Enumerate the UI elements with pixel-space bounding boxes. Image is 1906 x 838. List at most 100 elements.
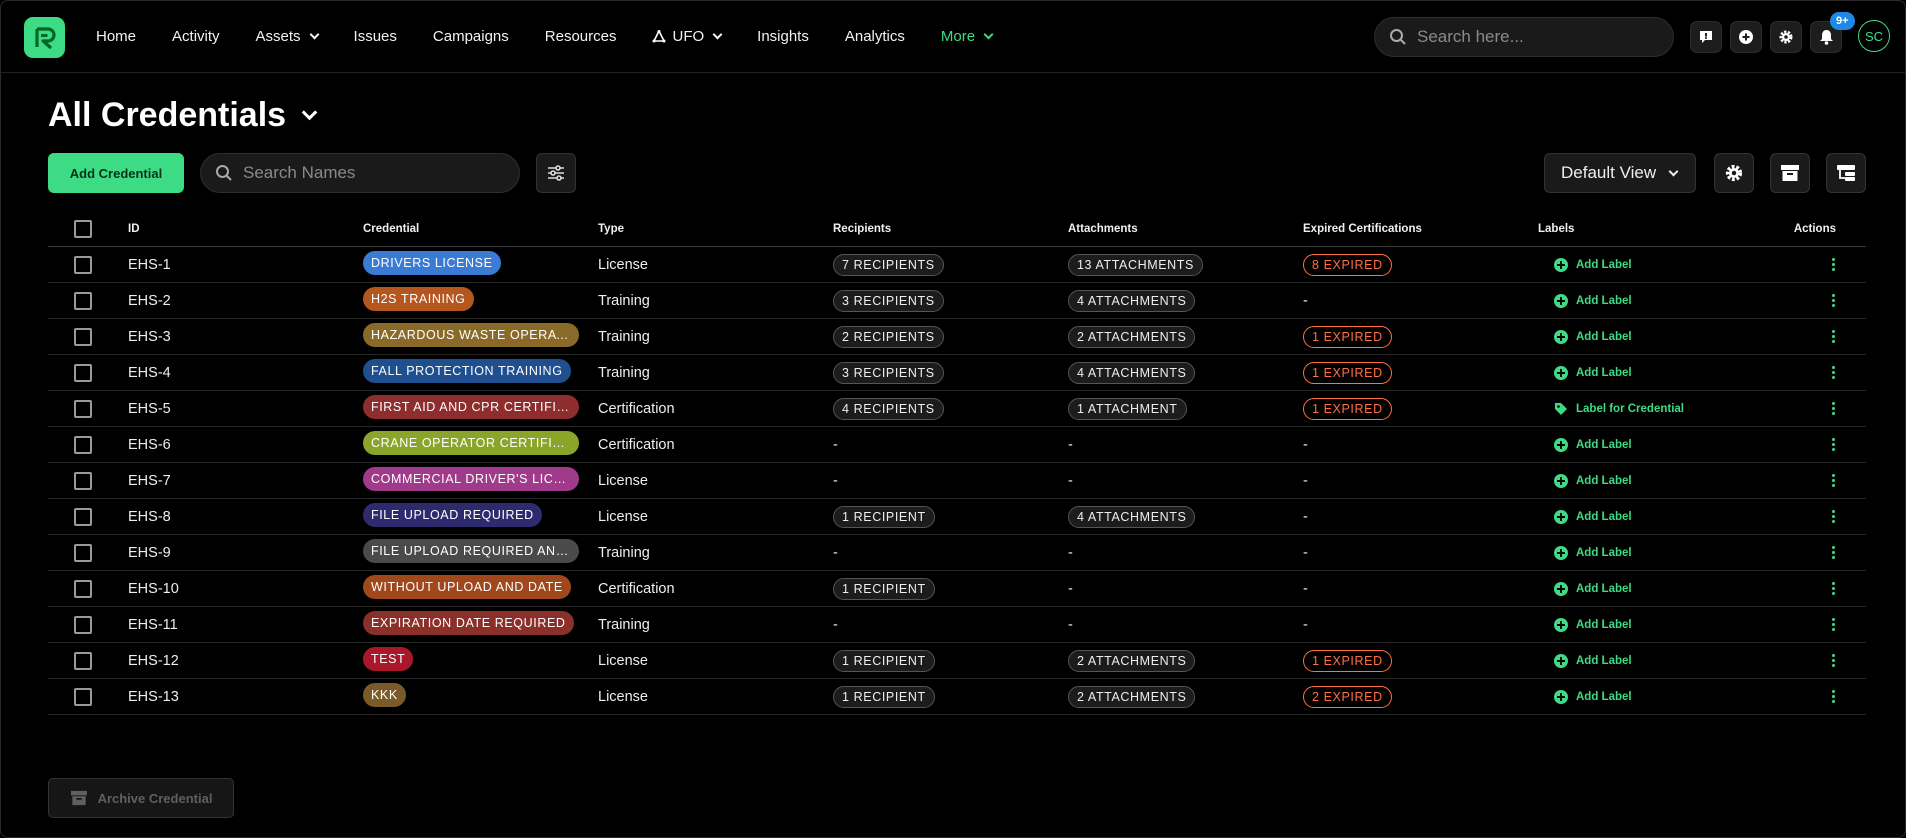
row-checkbox[interactable] [74, 651, 92, 670]
table-row[interactable]: EHS-1 DRIVERS LICENSE License 7 RECIPIENTS 1… [48, 247, 1866, 283]
attachments-pill[interactable]: 2 ATTACHMENTS [1068, 685, 1196, 708]
attachments-pill[interactable]: 2 ATTACHMENTS [1068, 649, 1196, 672]
recipients-pill[interactable]: 7 RECIPIENTS [833, 253, 944, 276]
row-checkbox[interactable] [74, 399, 92, 418]
credential-label[interactable]: Label for Credential [1554, 402, 1773, 416]
table-row[interactable]: EHS-6 CRANE OPERATOR CERTIFICA... Certific… [48, 427, 1866, 463]
hierarchy-view-button[interactable] [1826, 153, 1866, 193]
user-avatar[interactable]: SC [1858, 20, 1890, 52]
more-actions-icon[interactable] [1832, 258, 1836, 271]
credential-name-pill[interactable]: FILE UPLOAD REQUIRED AND ... [363, 538, 579, 563]
header-recipients[interactable]: Recipients [833, 223, 1068, 235]
add-label-button[interactable]: Add Label [1554, 509, 1773, 524]
nav-link-activity[interactable]: Activity [172, 28, 220, 45]
nav-link-insights[interactable]: Insights [757, 28, 809, 45]
attachments-pill[interactable]: 4 ATTACHMENTS [1068, 289, 1196, 312]
more-actions-icon[interactable] [1832, 438, 1836, 451]
credential-name-pill[interactable]: FILE UPLOAD REQUIRED [363, 502, 542, 527]
row-checkbox[interactable] [74, 579, 92, 598]
nav-link-resources[interactable]: Resources [545, 28, 617, 45]
header-id[interactable]: ID [128, 223, 363, 235]
table-row[interactable]: EHS-12 TEST License 1 RECIPIENT 2 ATTACHMENT… [48, 643, 1866, 679]
table-row[interactable]: EHS-13 KKK License 1 RECIPIENT 2 ATTACHMENTS… [48, 679, 1866, 715]
settings-button[interactable] [1770, 21, 1802, 53]
more-actions-icon[interactable] [1832, 402, 1836, 415]
credential-name-pill[interactable]: COMMERCIAL DRIVER'S LICEN... [363, 466, 579, 491]
expired-pill[interactable]: 8 EXPIRED [1303, 253, 1392, 276]
credential-name-pill[interactable]: H2S TRAINING [363, 286, 474, 311]
archive-credential-button[interactable]: Archive Credential [48, 778, 234, 818]
more-actions-icon[interactable] [1832, 366, 1836, 379]
page-title[interactable]: All Credentials [48, 96, 318, 135]
nav-link-issues[interactable]: Issues [354, 28, 397, 45]
header-labels[interactable]: Labels [1538, 223, 1773, 235]
add-label-button[interactable]: Add Label [1554, 545, 1773, 560]
table-row[interactable]: EHS-5 FIRST AID AND CPR CERTIFIC... Certif… [48, 391, 1866, 427]
credential-name-pill[interactable]: DRIVERS LICENSE [363, 250, 501, 275]
add-label-button[interactable]: Add Label [1554, 689, 1773, 704]
recipients-pill[interactable]: 4 RECIPIENTS [833, 397, 944, 420]
recipients-pill[interactable]: 1 RECIPIENT [833, 577, 935, 600]
row-checkbox[interactable] [74, 507, 92, 526]
attachments-pill[interactable]: 4 ATTACHMENTS [1068, 505, 1196, 528]
attachments-pill[interactable]: 4 ATTACHMENTS [1068, 361, 1196, 384]
add-label-button[interactable]: Add Label [1554, 365, 1773, 380]
table-row[interactable]: EHS-8 FILE UPLOAD REQUIRED License 1 RECIPI… [48, 499, 1866, 535]
table-row[interactable]: EHS-7 COMMERCIAL DRIVER'S LICEN... License… [48, 463, 1866, 499]
attachments-pill[interactable]: 1 ATTACHMENT [1068, 397, 1187, 420]
add-label-button[interactable]: Add Label [1554, 473, 1773, 488]
header-credential[interactable]: Credential [363, 223, 598, 235]
nav-link-ufo[interactable]: UFO [652, 28, 723, 45]
credential-name-pill[interactable]: HAZARDOUS WASTE OPERATI... [363, 322, 579, 347]
credential-name-pill[interactable]: KKK [363, 682, 406, 707]
recipients-pill[interactable]: 1 RECIPIENT [833, 505, 935, 528]
view-select[interactable]: Default View [1544, 153, 1696, 193]
more-actions-icon[interactable] [1832, 654, 1836, 667]
row-checkbox[interactable] [74, 471, 92, 490]
search-names-input[interactable] [243, 163, 483, 183]
credential-name-pill[interactable]: EXPIRATION DATE REQUIRED [363, 610, 574, 635]
header-attachments[interactable]: Attachments [1068, 223, 1303, 235]
nav-link-more[interactable]: More [941, 28, 994, 45]
table-row[interactable]: EHS-4 FALL PROTECTION TRAINING Training 3 R… [48, 355, 1866, 391]
add-label-button[interactable]: Add Label [1554, 581, 1773, 596]
more-actions-icon[interactable] [1832, 618, 1836, 631]
add-label-button[interactable]: Add Label [1554, 293, 1773, 308]
header-type[interactable]: Type [598, 223, 833, 235]
row-checkbox[interactable] [74, 291, 92, 310]
app-logo-icon[interactable] [24, 17, 65, 58]
credential-name-pill[interactable]: TEST [363, 646, 414, 671]
recipients-pill[interactable]: 3 RECIPIENTS [833, 361, 944, 384]
table-row[interactable]: EHS-2 H2S TRAINING Training 3 RECIPIENTS 4 A… [48, 283, 1866, 319]
credential-name-pill[interactable]: CRANE OPERATOR CERTIFICA... [363, 430, 579, 455]
add-label-button[interactable]: Add Label [1554, 257, 1773, 272]
more-actions-icon[interactable] [1832, 474, 1836, 487]
credential-name-pill[interactable]: WITHOUT UPLOAD AND DATE [363, 574, 571, 599]
global-search[interactable] [1374, 17, 1674, 57]
more-actions-icon[interactable] [1832, 330, 1836, 343]
expired-pill[interactable]: 2 EXPIRED [1303, 685, 1392, 708]
row-checkbox[interactable] [74, 255, 92, 274]
nav-link-assets[interactable]: Assets [256, 28, 319, 45]
header-expired-certifications[interactable]: Expired Certifications [1303, 223, 1538, 235]
more-actions-icon[interactable] [1832, 510, 1836, 523]
create-button[interactable] [1730, 21, 1762, 53]
recipients-pill[interactable]: 3 RECIPIENTS [833, 289, 944, 312]
credential-name-pill[interactable]: FALL PROTECTION TRAINING [363, 358, 571, 383]
feedback-button[interactable] [1690, 21, 1722, 53]
add-credential-button[interactable]: Add Credential [48, 153, 184, 193]
more-actions-icon[interactable] [1832, 294, 1836, 307]
table-row[interactable]: EHS-3 HAZARDOUS WASTE OPERATI... Training 2… [48, 319, 1866, 355]
recipients-pill[interactable]: 2 RECIPIENTS [833, 325, 944, 348]
select-all-checkbox[interactable] [74, 219, 92, 238]
table-row[interactable]: EHS-11 EXPIRATION DATE REQUIRED Training - -… [48, 607, 1866, 643]
table-row[interactable]: EHS-9 FILE UPLOAD REQUIRED AND ... Trainin… [48, 535, 1866, 571]
archive-view-button[interactable] [1770, 153, 1810, 193]
expired-pill[interactable]: 1 EXPIRED [1303, 361, 1392, 384]
more-actions-icon[interactable] [1832, 582, 1836, 595]
more-actions-icon[interactable] [1832, 690, 1836, 703]
recipients-pill[interactable]: 1 RECIPIENT [833, 649, 935, 672]
filter-button[interactable] [536, 153, 576, 193]
expired-pill[interactable]: 1 EXPIRED [1303, 325, 1392, 348]
global-search-input[interactable] [1417, 27, 1657, 47]
